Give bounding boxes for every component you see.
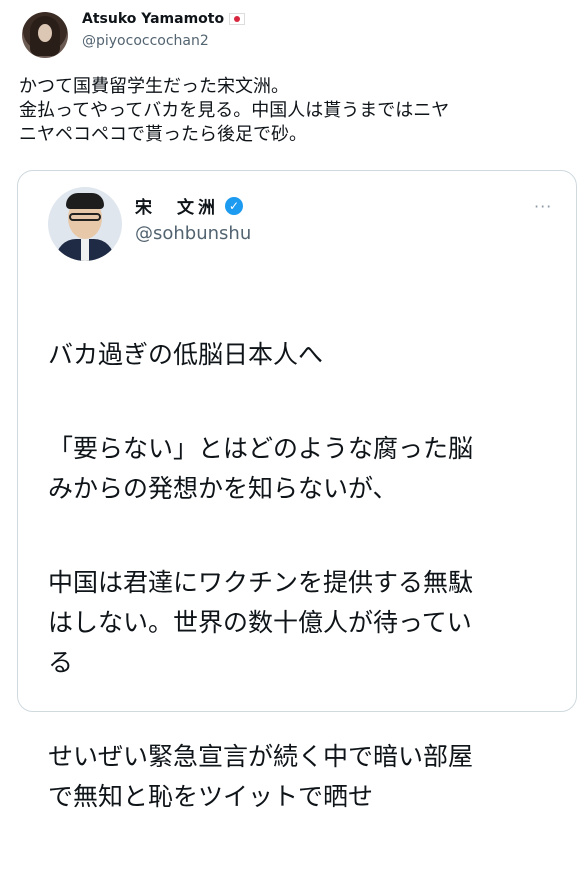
quoted-author-handle[interactable]: @sohbunshu — [135, 223, 251, 244]
quoted-paragraph: 中国は君達にワクチンを提供する無駄 はしない。世界の数十億人が待ってい る — [48, 568, 474, 677]
quoted-author-name-row[interactable]: 宋 文洲 ✓ — [135, 193, 243, 218]
japan-flag-icon — [229, 13, 246, 25]
quoted-paragraph: バカ過ぎの低脳日本人へ — [48, 340, 324, 369]
author-name[interactable]: Atsuko Yamamoto — [82, 11, 224, 27]
more-options-icon[interactable]: ··· — [534, 197, 552, 216]
quoted-tweet-text: バカ過ぎの低脳日本人へ 「要らない」とはどのような腐った脳 みからの発想かを知ら… — [48, 295, 558, 871]
verified-badge-icon: ✓ — [225, 196, 243, 215]
tweet-card: Atsuko Yamamoto @piyococcochan2 かつて国費留学生… — [0, 0, 586, 811]
quoted-author-avatar[interactable] — [48, 187, 122, 261]
author-name-row[interactable]: Atsuko Yamamoto — [82, 11, 246, 27]
tweet-text: かつて国費留学生だった宋文洲。 金払ってやってバカを見る。中国人は貰うまではニヤ… — [19, 76, 450, 145]
quoted-paragraph: せいぜい緊急宣言が続く中で暗い部屋 で無知と恥をツイットで晒せ — [48, 742, 474, 811]
quoted-author-name[interactable]: 宋 文洲 — [135, 193, 219, 218]
quoted-tweet[interactable]: 宋 文洲 ✓ @sohbunshu ··· バカ過ぎの低脳日本人へ 「要らない」… — [17, 170, 577, 811]
quoted-paragraph: 「要らない」とはどのような腐った脳 みからの発想かを知らないが、 — [48, 434, 474, 503]
author-handle[interactable]: @piyococcochan2 — [82, 33, 209, 49]
author-avatar[interactable] — [22, 12, 68, 58]
